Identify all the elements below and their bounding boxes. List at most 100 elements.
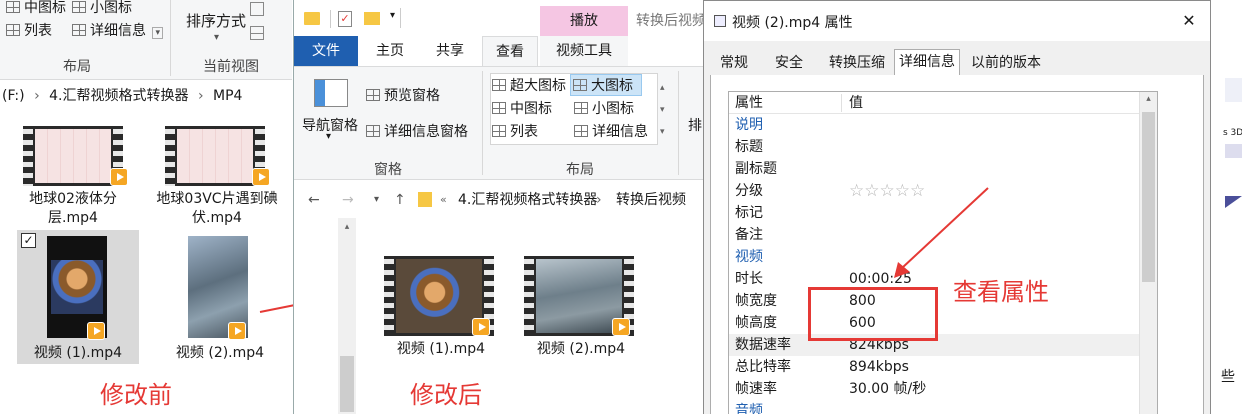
file-item[interactable]: 地球02液体分层.mp4 (14, 120, 132, 230)
file-item[interactable]: 地球03VC片遇到碘伏.mp4 (154, 120, 280, 230)
shape-fragment (1225, 196, 1242, 208)
file-item-selected[interactable]: ✓ 视频 (1).mp4 (17, 230, 139, 364)
recent-locations-icon[interactable]: ▾ (374, 186, 379, 214)
file-name: 视频 (2).mp4 (175, 345, 265, 361)
breadcrumb-drive[interactable]: (F:) (2, 88, 25, 104)
property-key: 总比特率 (735, 359, 791, 375)
annotation-arrow-down-left (894, 187, 989, 278)
scrollbar-thumb[interactable] (1142, 112, 1155, 282)
sort-by-button-partial[interactable]: 排 (688, 115, 702, 135)
chevron-right-icon: › (596, 192, 602, 208)
property-section: 说明 (729, 114, 1139, 136)
file-item[interactable]: 视频 (1).mp4 (376, 250, 506, 360)
fragment-text: s 3D (1223, 128, 1242, 138)
left-address-bar[interactable]: (F:) › 4.汇帮视频格式转换器 › MP4 (0, 83, 292, 109)
scroll-up-icon[interactable]: ▴ (1140, 94, 1157, 104)
checkbox-checked[interactable]: ✓ (21, 233, 36, 248)
file-name: 视频 (1).mp4 (33, 345, 123, 361)
play-icon (612, 318, 630, 336)
tab-convert-compress[interactable]: 转换压缩 (824, 51, 890, 75)
tab-play[interactable]: 播放 (540, 10, 628, 30)
chevron-right-icon: › (34, 88, 40, 104)
note-view-properties: 查看属性 (953, 278, 1049, 306)
file-name: 地球02液体分层.mp4 (29, 191, 117, 226)
property-row[interactable]: 标题 (729, 136, 1139, 158)
middle-vertical-scrollbar[interactable]: ▴ (338, 218, 356, 414)
property-row[interactable]: 总比特率 894kbps (729, 356, 1139, 378)
middle-ribbon-tabs: 文件 主页 共享 查看 视频工具 (294, 36, 704, 66)
left-ribbon: 中图标 小图标 列表 详细信息 ▾ 排序方式 ▾ 布局 当前视图 (0, 0, 292, 80)
scroll-up-icon[interactable]: ▴ (338, 222, 356, 232)
navigation-pane-icon (314, 79, 348, 107)
file-item[interactable]: 视频 (2).mp4 (516, 250, 646, 360)
middle-navigation-bar: ← → ▾ ↑ « 4.汇帮视频格式转换器 › 转换后视频 (294, 186, 704, 214)
property-key: 副标题 (735, 161, 777, 177)
property-key: 帧高度 (735, 315, 777, 331)
property-key: 时长 (735, 271, 763, 287)
property-key: 帧宽度 (735, 293, 777, 309)
play-icon (252, 168, 270, 186)
breadcrumb-folder[interactable]: 4.汇帮视频格式转换器 (458, 186, 597, 214)
close-button[interactable]: ✕ (1174, 9, 1204, 33)
preview-pane-button[interactable]: 预览窗格 (366, 85, 440, 105)
group-label-panes: 窗格 (374, 162, 402, 178)
tab-view[interactable]: 查看 (482, 36, 538, 66)
tab-security[interactable]: 安全 (764, 51, 814, 75)
chevron-down-icon[interactable]: ▾ (152, 27, 163, 39)
properties-icon[interactable]: ✓ (338, 11, 352, 27)
ribbon-medium-icons[interactable]: 中图标 (6, 0, 66, 17)
details-pane-button[interactable]: 详细信息窗格 (366, 121, 468, 141)
tab-video-tools[interactable]: 视频工具 (540, 36, 628, 66)
list-icon (6, 24, 20, 36)
tab-details-active[interactable]: 详细信息 (894, 49, 960, 75)
layout-details[interactable]: 详细信息 (574, 121, 648, 141)
dialog-title: 视频 (2).mp4 属性 (732, 15, 853, 31)
forward-arrow-icon[interactable]: → (342, 186, 354, 214)
gallery-scroll-icon[interactable]: ▴ ▾ ▾ (660, 77, 665, 143)
column-header-value[interactable]: 值 (849, 92, 863, 114)
breadcrumb-current[interactable]: 转换后视频 (616, 186, 686, 214)
tab-general[interactable]: 常规 (712, 51, 756, 75)
up-arrow-icon[interactable]: ↑ (394, 186, 406, 214)
layout-medium-icons[interactable]: 中图标 (492, 98, 552, 118)
property-key: 标记 (735, 205, 763, 221)
breadcrumb-current[interactable]: MP4 (213, 88, 242, 104)
layout-small-icons[interactable]: 小图标 (574, 98, 634, 118)
video-thumbnail (165, 126, 265, 186)
tab-file[interactable]: 文件 (294, 36, 358, 66)
sort-by-button[interactable]: 排序方式 (186, 10, 246, 31)
add-columns-icon[interactable] (250, 26, 264, 40)
breadcrumb-folder[interactable]: 4.汇帮视频格式转换器 (49, 88, 188, 104)
column-header-property[interactable]: 属性 (735, 92, 763, 114)
tab-share[interactable]: 共享 (422, 36, 478, 66)
tab-previous-versions[interactable]: 以前的版本 (966, 51, 1046, 75)
chevron-right-icon: › (197, 88, 204, 104)
image-icon (492, 79, 506, 91)
layout-list[interactable]: 列表 (492, 121, 538, 141)
preview-pane-icon (366, 89, 380, 101)
group-label-current-view: 当前视图 (203, 59, 259, 75)
property-key: 数据速率 (735, 337, 791, 353)
breadcrumb-overflow[interactable]: « (440, 186, 447, 214)
list-icon (492, 125, 506, 137)
layout-extra-large-icons[interactable]: 超大图标 (492, 75, 566, 95)
property-list-scrollbar[interactable]: ▴ (1139, 92, 1157, 414)
tab-home[interactable]: 主页 (362, 36, 418, 66)
property-key: 帧速率 (735, 381, 777, 397)
scrollbar-thumb[interactable] (340, 356, 354, 412)
layout-large-icons-selected[interactable]: 大图标 (570, 74, 642, 96)
property-row[interactable]: 副标题 (729, 158, 1139, 180)
folder-icon (304, 12, 320, 25)
ribbon-list[interactable]: 列表 (6, 20, 52, 40)
new-folder-icon[interactable] (364, 12, 380, 25)
properties-title-bar: 视频 (2).mp4 属性 ✕ (704, 1, 1210, 41)
quick-access-dropdown-icon[interactable]: ▾ (390, 10, 395, 21)
ribbon-small-icons[interactable]: 小图标 (72, 0, 132, 17)
group-by-icon[interactable] (250, 2, 264, 16)
property-key: 标题 (735, 139, 763, 155)
middle-window-title: 转换后视频 (636, 13, 706, 29)
back-arrow-icon[interactable]: ← (308, 186, 320, 214)
property-row[interactable]: 帧速率 30.00 帧/秒 (729, 378, 1139, 400)
ribbon-details[interactable]: 详细信息 ▾ (72, 20, 163, 40)
file-name: 视频 (1).mp4 (396, 341, 486, 357)
